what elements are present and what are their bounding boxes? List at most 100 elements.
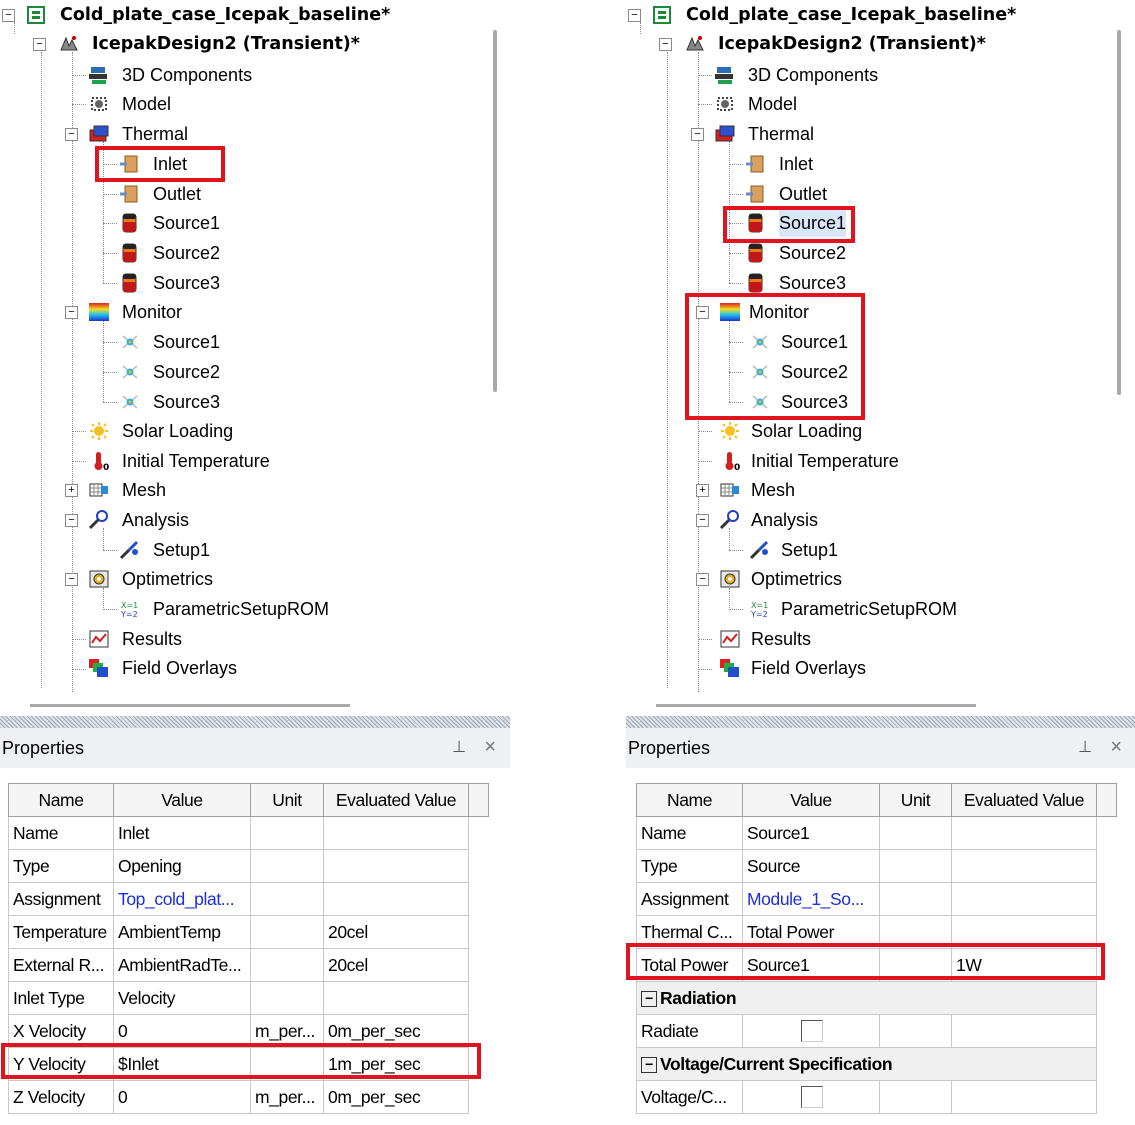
table-row[interactable]: Inlet Type Velocity: [8, 981, 489, 1015]
prop-name: Type: [8, 849, 114, 883]
collapse-thermal-toggle[interactable]: −: [691, 128, 704, 141]
table-row[interactable]: Name Inlet: [8, 816, 489, 850]
section-voltage-current[interactable]: − Voltage/Current Specification: [636, 1047, 1117, 1081]
highlight-monitor-group: [685, 293, 865, 420]
table-row[interactable]: Type Opening: [8, 849, 489, 883]
column-header-evaluated[interactable]: Evaluated Value: [323, 783, 469, 817]
table-row[interactable]: Radiate: [636, 1014, 1117, 1048]
prop-unit[interactable]: [250, 816, 324, 850]
prop-value[interactable]: Velocity: [113, 981, 251, 1015]
icepak-design-icon: [686, 36, 704, 51]
thermal-icon: [89, 125, 109, 142]
tree-horizontal-scrollbar[interactable]: [626, 692, 1135, 716]
collapse-section-icon[interactable]: −: [641, 990, 657, 1007]
tree-label: 3D Components: [122, 65, 253, 85]
thermal-icon: [715, 125, 735, 142]
prop-value[interactable]: AmbientTemp: [113, 915, 251, 949]
prop-value[interactable]: Opening: [113, 849, 251, 883]
close-icon[interactable]: ×: [484, 736, 496, 759]
setup-icon: [119, 540, 139, 560]
tree-label: Monitor: [122, 302, 183, 322]
collapse-section-icon[interactable]: −: [641, 1056, 657, 1073]
tree-label: Inlet: [779, 154, 814, 174]
prop-value[interactable]: Source1: [742, 816, 880, 850]
column-header-name[interactable]: Name: [8, 783, 114, 817]
tree-label: 3D Components: [748, 65, 879, 85]
prop-value[interactable]: 0: [113, 1080, 251, 1114]
prop-value[interactable]: [742, 1080, 880, 1114]
prop-unit[interactable]: [879, 849, 952, 883]
collapse-optimetrics-toggle[interactable]: −: [65, 573, 78, 586]
tree-horizontal-scrollbar[interactable]: [0, 692, 510, 716]
panel-splitter[interactable]: [0, 716, 510, 728]
table-row[interactable]: Assignment Top_cold_plat...: [8, 882, 489, 916]
prop-unit[interactable]: [250, 948, 324, 982]
prop-name: Name: [636, 816, 743, 850]
table-row[interactable]: Assignment Module_1_So...: [636, 882, 1117, 916]
radiate-checkbox[interactable]: [801, 1020, 823, 1043]
prop-evaluated: [951, 816, 1097, 850]
collapse-project-toggle[interactable]: −: [628, 9, 641, 22]
prop-unit[interactable]: [250, 849, 324, 883]
expand-mesh-toggle[interactable]: +: [65, 484, 78, 497]
column-header-unit[interactable]: Unit: [879, 783, 952, 817]
prop-name: External R...: [8, 948, 114, 982]
column-header-value[interactable]: Value: [113, 783, 251, 817]
column-header-value[interactable]: Value: [742, 783, 880, 817]
tree-label: ParametricSetupROM: [153, 599, 330, 619]
prop-unit[interactable]: [250, 915, 324, 949]
prop-unit[interactable]: [879, 816, 952, 850]
collapse-monitor-toggle[interactable]: −: [65, 306, 78, 319]
svg-text:X=1: X=1: [121, 601, 138, 610]
tree-label: Mesh: [751, 480, 796, 500]
column-header-unit[interactable]: Unit: [250, 783, 324, 817]
pin-icon[interactable]: ⊥: [452, 737, 466, 757]
panel-splitter[interactable]: [626, 716, 1135, 728]
thermometer-icon: 0: [725, 452, 740, 471]
table-row[interactable]: Type Source: [636, 849, 1117, 883]
prop-value[interactable]: [742, 1014, 880, 1048]
expand-mesh-toggle[interactable]: +: [696, 484, 709, 497]
prop-value[interactable]: AmbientRadTe...: [113, 948, 251, 982]
collapse-optimetrics-toggle[interactable]: −: [696, 573, 709, 586]
monitor-icon: [89, 303, 109, 321]
tree-label: Source1: [153, 213, 221, 233]
table-row[interactable]: External R... AmbientRadTe... 20cel: [8, 948, 489, 982]
prop-name: Name: [8, 816, 114, 850]
table-row[interactable]: Temperature AmbientTemp 20cel: [8, 915, 489, 949]
collapse-design-toggle[interactable]: −: [659, 38, 672, 51]
prop-unit[interactable]: [250, 981, 324, 1015]
collapse-design-toggle[interactable]: −: [33, 38, 46, 51]
prop-evaluated: 20cel: [323, 915, 469, 949]
tree-label: Solar Loading: [751, 421, 863, 441]
prop-value[interactable]: Top_cold_plat...: [113, 882, 251, 916]
tree-vertical-scrollbar[interactable]: [483, 0, 510, 692]
voltage-checkbox[interactable]: [801, 1086, 823, 1109]
tree-vertical-scrollbar[interactable]: [1109, 0, 1135, 692]
collapse-thermal-toggle[interactable]: −: [65, 128, 78, 141]
prop-value[interactable]: Inlet: [113, 816, 251, 850]
prop-value[interactable]: Source: [742, 849, 880, 883]
table-row[interactable]: Voltage/C...: [636, 1080, 1117, 1114]
prop-unit[interactable]: m_per...: [250, 1080, 324, 1114]
prop-value[interactable]: Module_1_So...: [742, 882, 880, 916]
point-monitor-icon: [122, 395, 138, 409]
tree-label: Source3: [153, 392, 221, 412]
prop-unit[interactable]: [250, 882, 324, 916]
collapse-project-toggle[interactable]: −: [2, 9, 15, 22]
column-header-evaluated[interactable]: Evaluated Value: [951, 783, 1097, 817]
column-header-name[interactable]: Name: [636, 783, 743, 817]
collapse-analysis-toggle[interactable]: −: [65, 514, 78, 527]
prop-unit[interactable]: [879, 882, 952, 916]
pin-icon[interactable]: ⊥: [1078, 737, 1092, 757]
collapse-analysis-toggle[interactable]: −: [696, 514, 709, 527]
section-radiation[interactable]: − Radiation: [636, 981, 1117, 1015]
highlight-inlet: [95, 146, 225, 182]
tree-label: Optimetrics: [122, 569, 214, 589]
tree-label: ParametricSetupROM: [781, 599, 958, 619]
close-icon[interactable]: ×: [1110, 736, 1122, 759]
prop-name: Assignment: [636, 882, 743, 916]
table-row[interactable]: Name Source1: [636, 816, 1117, 850]
table-row[interactable]: Z Velocity 0 m_per... 0m_per_sec: [8, 1080, 489, 1114]
right-panel: − Cold_plate_case_Icepak_baseline* − Ice…: [626, 0, 1135, 1125]
